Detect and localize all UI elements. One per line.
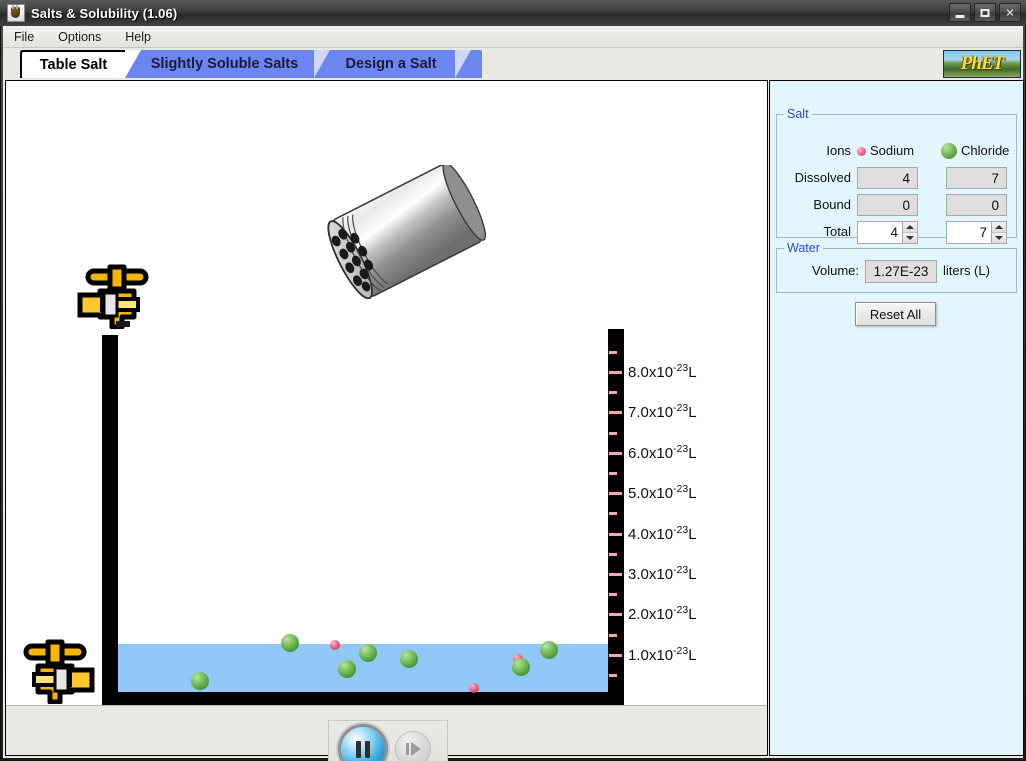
tab-slant-3 bbox=[455, 50, 471, 78]
maximize-button[interactable] bbox=[974, 3, 996, 22]
chloride-ion bbox=[281, 634, 299, 652]
sodium-ion bbox=[330, 640, 340, 650]
beaker-tick-minor bbox=[609, 472, 617, 475]
tab-strip: Table Salt Slightly Soluble Salts Design… bbox=[3, 48, 1023, 80]
tab-table-salt[interactable]: Table Salt bbox=[20, 50, 125, 78]
beaker-tick-label: 2.0x10-23L bbox=[628, 604, 697, 624]
total-sodium-increment[interactable] bbox=[903, 222, 917, 233]
bound-row-label: Bound bbox=[813, 197, 851, 212]
beaker-tick-label: 6.0x10-23L bbox=[628, 442, 697, 462]
tab-design-a-salt[interactable]: Design a Salt bbox=[330, 50, 452, 78]
dissolved-row-label: Dissolved bbox=[794, 170, 851, 185]
total-chloride-spinner[interactable]: 7 bbox=[946, 221, 1007, 244]
pause-icon bbox=[356, 740, 370, 758]
water-group-legend: Water bbox=[784, 241, 823, 255]
tab-slightly-soluble-salts[interactable]: Slightly Soluble Salts bbox=[141, 50, 308, 78]
menu-options[interactable]: Options bbox=[56, 29, 103, 45]
sodium-ion bbox=[469, 683, 479, 693]
volume-units: liters (L) bbox=[943, 263, 990, 278]
close-icon[interactable]: ✕ bbox=[999, 3, 1021, 22]
tab-slant-2 bbox=[314, 50, 330, 78]
application-window: Salts & Solubility (1.06) ✕ File Options… bbox=[0, 0, 1026, 761]
salt-group: Salt Ions Sodium Chloride Dissolved 4 7 … bbox=[776, 107, 1017, 244]
beaker-tick-minor bbox=[609, 633, 617, 637]
control-panel: Salt Ions Sodium Chloride Dissolved 4 7 … bbox=[769, 80, 1024, 756]
total-chloride-increment[interactable] bbox=[992, 222, 1006, 233]
phet-logo-text: PhET bbox=[960, 53, 1004, 74]
beaker-tick-major bbox=[609, 411, 622, 415]
beaker-tick-major bbox=[609, 451, 622, 455]
total-sodium-arrows[interactable] bbox=[902, 222, 917, 243]
menu-file[interactable]: File bbox=[12, 29, 36, 45]
minimize-button[interactable] bbox=[949, 3, 971, 22]
step-forward-icon bbox=[405, 742, 421, 756]
beaker-left-wall bbox=[102, 335, 118, 705]
window-buttons: ✕ bbox=[949, 3, 1021, 22]
beaker-tick-major bbox=[609, 573, 622, 576]
beaker-tick-label: 1.0x10-23L bbox=[628, 644, 697, 664]
volume-label: Volume: bbox=[812, 263, 859, 278]
beaker-tick-major bbox=[609, 653, 622, 657]
dissolved-chloride-value: 7 bbox=[946, 167, 1007, 189]
beaker-right-wall bbox=[608, 329, 624, 705]
beaker-tick-minor bbox=[609, 593, 617, 597]
total-chloride-value: 7 bbox=[979, 225, 987, 240]
salt-shaker[interactable] bbox=[316, 162, 502, 304]
chloride-label: Chloride bbox=[961, 143, 1010, 158]
beaker-tick-label: 4.0x10-23L bbox=[628, 523, 697, 543]
sodium-label: Sodium bbox=[870, 143, 915, 158]
beaker-tick-major bbox=[609, 613, 622, 617]
tab-slant-1 bbox=[125, 50, 141, 78]
volume-value: 1.27E-23 bbox=[865, 260, 937, 283]
beaker-bottom bbox=[102, 692, 624, 705]
chloride-ion bbox=[338, 660, 356, 678]
beaker-tick-minor bbox=[609, 431, 617, 435]
phet-logo[interactable]: PhET bbox=[943, 50, 1021, 78]
beaker-tick-major bbox=[609, 492, 622, 496]
beaker-tick-label: 8.0x10-23L bbox=[628, 362, 697, 381]
step-forward-button[interactable] bbox=[395, 731, 431, 761]
chloride-ion bbox=[512, 658, 530, 676]
chloride-ion bbox=[540, 641, 558, 659]
beaker-tick-label: 3.0x10-23L bbox=[628, 564, 697, 583]
chloride-ion bbox=[191, 672, 209, 690]
total-sodium-spinner[interactable]: 4 bbox=[857, 221, 918, 244]
beaker-tick-major bbox=[609, 371, 622, 374]
beaker-tick-minor bbox=[609, 674, 617, 677]
beaker-tick-label: 5.0x10-23L bbox=[628, 483, 697, 503]
water-group: Water Volume: 1.27E-23 liters (L) bbox=[776, 241, 1017, 293]
ions-row-label: Ions bbox=[826, 143, 851, 158]
total-row-label: Total bbox=[823, 224, 851, 239]
water-input-faucet[interactable] bbox=[72, 257, 154, 329]
simulation-stage: 8.0x10-23L 7.0x10-23L 6.0x10-23L 5.0x10-23L… bbox=[5, 80, 768, 756]
beaker-tick-minor bbox=[609, 350, 617, 354]
beaker-tick-minor bbox=[609, 512, 617, 516]
beaker-tick-minor bbox=[609, 552, 617, 556]
beaker-tick-minor bbox=[609, 391, 617, 395]
chloride-ion bbox=[400, 650, 418, 668]
chloride-ion bbox=[359, 644, 377, 662]
salt-group-legend: Salt bbox=[784, 107, 812, 121]
menu-bar: File Options Help bbox=[3, 26, 1023, 48]
water-drain-faucet[interactable] bbox=[18, 632, 100, 704]
bound-sodium-value: 0 bbox=[857, 194, 918, 216]
total-sodium-value: 4 bbox=[890, 225, 898, 240]
total-chloride-decrement[interactable] bbox=[992, 233, 1006, 243]
dissolved-sodium-value: 4 bbox=[857, 167, 918, 189]
java-coffee-cup-icon bbox=[7, 4, 25, 22]
simulation-canvas[interactable]: 8.0x10-23L 7.0x10-23L 6.0x10-23L 5.0x10-23L… bbox=[6, 81, 767, 705]
beaker-tick-major bbox=[609, 532, 622, 536]
reset-all-button[interactable]: Reset All bbox=[855, 302, 936, 326]
menu-help[interactable]: Help bbox=[123, 29, 153, 45]
client-area: File Options Help Table Salt Slightly So… bbox=[3, 26, 1024, 761]
total-sodium-decrement[interactable] bbox=[903, 233, 917, 243]
beaker-tick-label: 7.0x10-23L bbox=[628, 402, 697, 422]
chloride-ion-icon bbox=[941, 143, 957, 159]
sodium-ion-icon bbox=[857, 147, 866, 156]
total-chloride-arrows[interactable] bbox=[991, 222, 1006, 243]
bound-chloride-value: 0 bbox=[946, 194, 1007, 216]
window-title: Salts & Solubility (1.06) bbox=[31, 5, 178, 21]
title-bar: Salts & Solubility (1.06) ✕ bbox=[0, 0, 1026, 26]
